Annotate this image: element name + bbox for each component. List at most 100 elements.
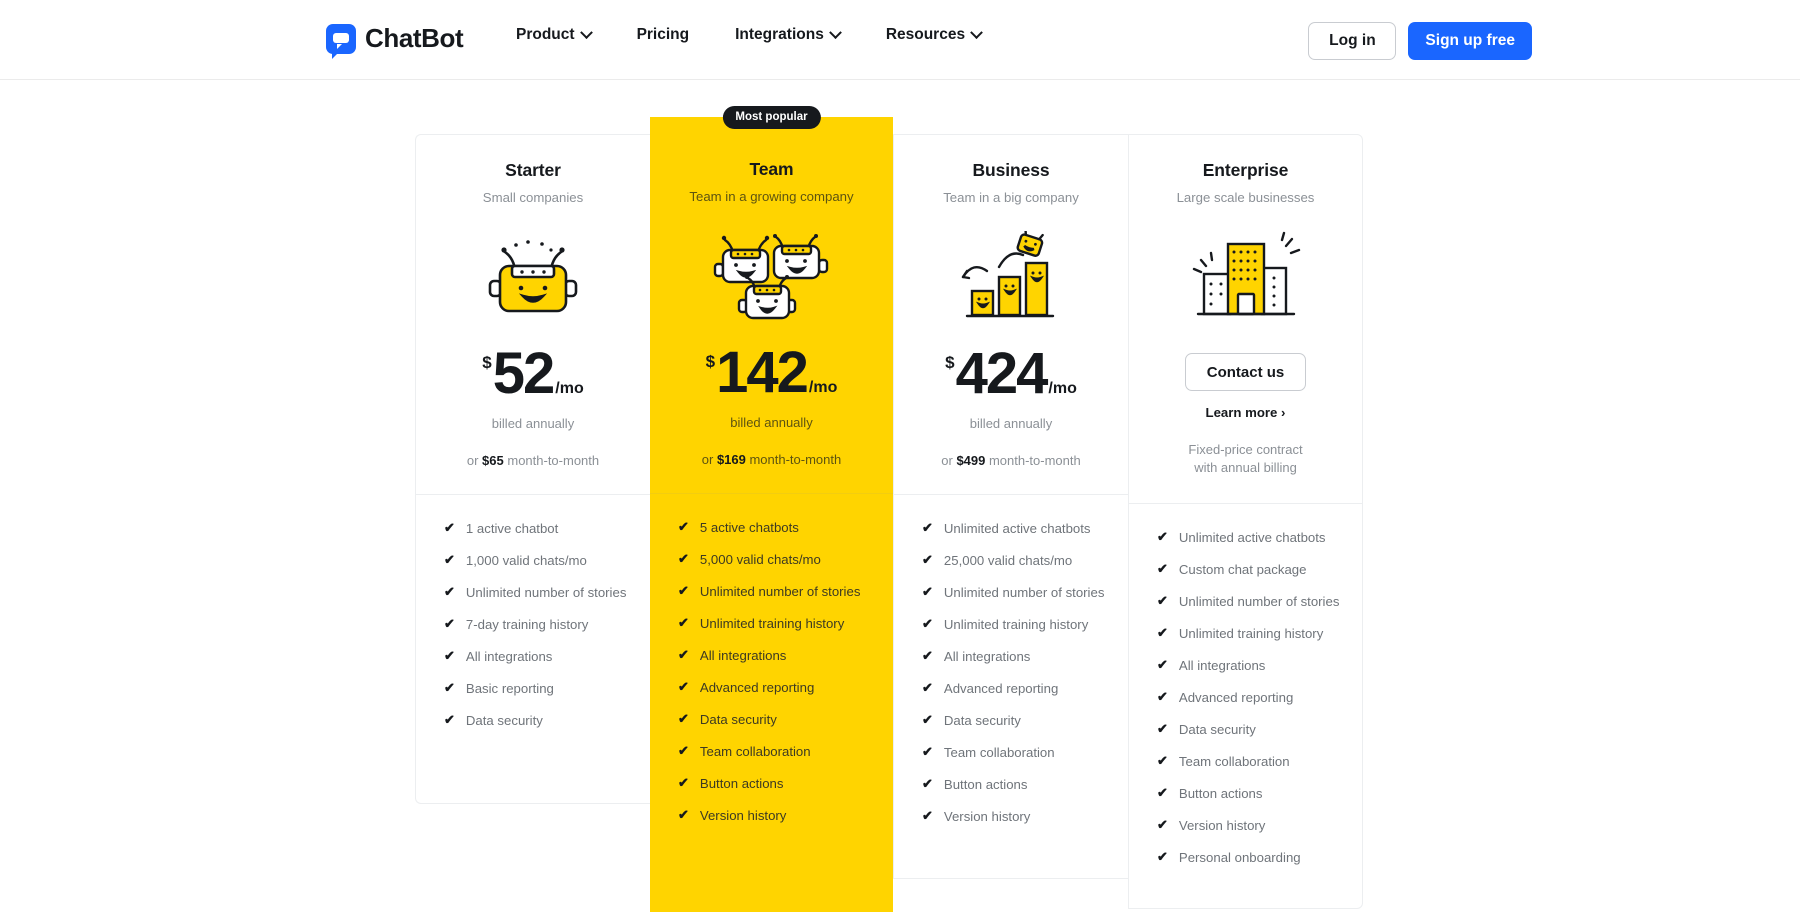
feature-label: Data security bbox=[465, 713, 543, 728]
feature-label: All integrations bbox=[1178, 658, 1266, 674]
check-icon: ✔ bbox=[678, 615, 689, 630]
check-icon: ✔ bbox=[922, 680, 933, 695]
enterprise-note: Fixed-price contract with annual billing bbox=[1129, 441, 1362, 477]
plan-subtitle: Small companies bbox=[482, 190, 584, 205]
feature-label: 25,000 valid chats/mo bbox=[943, 553, 1073, 568]
feature-label: Advanced reporting bbox=[699, 680, 815, 695]
monthly-prefix: or bbox=[466, 453, 483, 468]
nav-item-pricing[interactable]: Pricing bbox=[637, 26, 690, 44]
billing-note: billed annually bbox=[969, 416, 1053, 431]
check-icon: ✔ bbox=[678, 679, 689, 694]
feature-label: Unlimited number of stories bbox=[699, 584, 861, 599]
feature-item: ✔ Data security bbox=[444, 712, 650, 728]
feature-item: ✔ Version history bbox=[1157, 817, 1362, 834]
feature-item: ✔ 1 active chatbot bbox=[444, 520, 650, 536]
feature-list: ✔ Unlimited active chatbots ✔ 25,000 valid… bbox=[894, 495, 1128, 852]
main-nav: Product Pricing Integrations Resources bbox=[516, 25, 983, 44]
plan-name: Starter bbox=[505, 160, 561, 180]
check-icon: ✔ bbox=[922, 552, 933, 567]
plan-name: Enterprise bbox=[1202, 160, 1289, 180]
card-header: Enterprise Large scale businesses bbox=[1129, 135, 1362, 205]
check-icon: ✔ bbox=[1157, 657, 1168, 673]
feature-item: ✔ Unlimited number of stories bbox=[444, 584, 650, 600]
feature-item: ✔ Team collaboration bbox=[922, 744, 1128, 760]
feature-item: ✔ Button actions bbox=[678, 775, 893, 791]
feature-item: ✔ Button actions bbox=[1157, 785, 1362, 801]
enterprise-cta: Contact us Learn more › bbox=[1129, 353, 1362, 420]
site-header: ChatBot Product Pricing Integrations Res… bbox=[0, 0, 1800, 80]
nav-item-integrations[interactable]: Integrations bbox=[735, 25, 842, 44]
pricing-table: Starter Small companies $ 52 /mo billed … bbox=[415, 106, 1363, 912]
price-period: /mo bbox=[1048, 380, 1077, 397]
feature-label: Unlimited training history bbox=[943, 617, 1089, 632]
logo[interactable]: ChatBot bbox=[326, 23, 464, 59]
check-icon: ✔ bbox=[922, 808, 933, 823]
monthly-note: or $169 month-to-month bbox=[650, 452, 893, 467]
feature-item: ✔ 7-day training history bbox=[444, 616, 650, 632]
check-icon: ✔ bbox=[444, 520, 455, 535]
check-icon: ✔ bbox=[1157, 817, 1168, 833]
check-icon: ✔ bbox=[444, 648, 455, 663]
robot-group-icon bbox=[650, 226, 893, 326]
feature-item: ✔ Unlimited training history bbox=[1157, 625, 1362, 641]
check-icon: ✔ bbox=[922, 776, 933, 791]
feature-item: ✔ Button actions bbox=[922, 776, 1128, 792]
feature-label: All integrations bbox=[465, 649, 553, 664]
check-icon: ✔ bbox=[922, 520, 933, 535]
feature-label: Button actions bbox=[943, 777, 1028, 792]
buildings-icon bbox=[1129, 227, 1362, 327]
check-icon: ✔ bbox=[1157, 753, 1168, 769]
chevron-down-icon bbox=[579, 25, 593, 39]
nav-label: Product bbox=[516, 26, 575, 43]
nav-label: Integrations bbox=[735, 26, 824, 43]
price-amount: 142 bbox=[716, 340, 809, 405]
feature-list: ✔ 1 active chatbot ✔ 1,000 valid chats/mo … bbox=[416, 495, 650, 756]
feature-item: ✔ Unlimited number of stories bbox=[678, 583, 893, 599]
check-icon: ✔ bbox=[1157, 529, 1168, 545]
feature-label: Version history bbox=[1178, 818, 1266, 834]
feature-label: 1 active chatbot bbox=[465, 521, 559, 536]
feature-label: 5 active chatbots bbox=[699, 520, 799, 535]
monthly-suffix: month-to-month bbox=[985, 453, 1081, 468]
feature-label: Team collaboration bbox=[1178, 754, 1290, 770]
feature-item: ✔ Team collaboration bbox=[1157, 753, 1362, 770]
monthly-suffix: month-to-month bbox=[503, 453, 600, 468]
price-amount: 424 bbox=[955, 341, 1049, 406]
feature-item: ✔ Basic reporting bbox=[444, 680, 650, 696]
learn-more-link[interactable]: Learn more › bbox=[1129, 405, 1362, 420]
card-header: Business Team in a big company bbox=[894, 135, 1128, 205]
check-icon: ✔ bbox=[678, 807, 689, 822]
feature-item: ✔ All integrations bbox=[678, 647, 893, 663]
billing-note: billed annually bbox=[491, 416, 575, 431]
check-icon: ✔ bbox=[922, 712, 933, 727]
check-icon: ✔ bbox=[444, 552, 455, 567]
feature-item: ✔ Advanced reporting bbox=[922, 680, 1128, 696]
feature-label: Team collaboration bbox=[699, 744, 811, 759]
most-popular-badge: Most popular bbox=[722, 106, 821, 129]
feature-item: ✔ Advanced reporting bbox=[1157, 689, 1362, 705]
nav-item-product[interactable]: Product bbox=[516, 25, 593, 44]
feature-label: Unlimited number of stories bbox=[465, 585, 627, 600]
contact-us-button[interactable]: Contact us bbox=[1184, 353, 1307, 391]
card-header: Team Team in a growing company bbox=[650, 117, 893, 204]
price-period: /mo bbox=[555, 380, 584, 397]
feature-item: ✔ Custom chat package bbox=[1157, 561, 1362, 577]
login-button[interactable]: Log in bbox=[1308, 22, 1397, 60]
plan-subtitle: Team in a growing company bbox=[689, 189, 854, 204]
feature-item: ✔ Unlimited number of stories bbox=[1157, 593, 1362, 609]
feature-label: Advanced reporting bbox=[943, 681, 1059, 696]
growth-bars-icon bbox=[894, 227, 1128, 327]
nav-item-resources[interactable]: Resources bbox=[886, 25, 983, 44]
feature-item: ✔ Unlimited number of stories bbox=[922, 584, 1128, 600]
feature-item: ✔ Data security bbox=[678, 711, 893, 727]
monthly-prefix: or bbox=[941, 453, 957, 468]
signup-button[interactable]: Sign up free bbox=[1408, 22, 1532, 60]
feature-item: ✔ Version history bbox=[678, 807, 893, 823]
price-amount: 52 bbox=[492, 341, 555, 406]
check-icon: ✔ bbox=[922, 616, 933, 631]
feature-label: All integrations bbox=[943, 649, 1031, 664]
feature-label: Version history bbox=[943, 809, 1031, 824]
feature-item: ✔ All integrations bbox=[1157, 657, 1362, 674]
plan-subtitle: Large scale businesses bbox=[1176, 190, 1315, 205]
check-icon: ✔ bbox=[678, 551, 689, 566]
